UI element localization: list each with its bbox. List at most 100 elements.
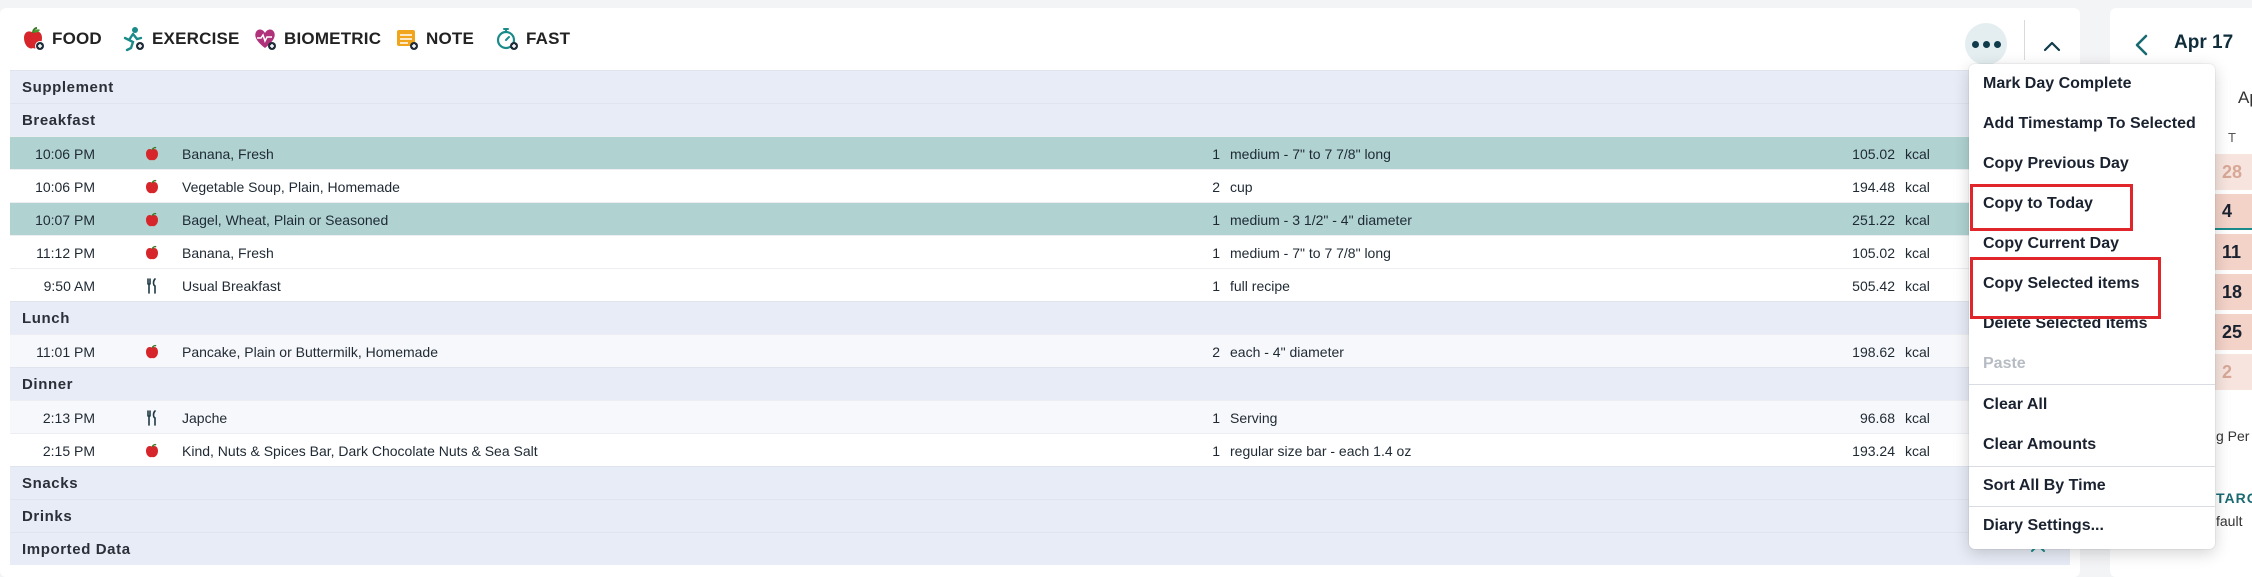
calendar-day[interactable]: 28	[2212, 154, 2252, 190]
menu-copy-previous-day[interactable]: Copy Previous Day	[1983, 155, 2129, 173]
row-description: Usual Breakfast	[182, 277, 281, 294]
diary-row[interactable]: 10:06 PM Banana, Fresh 1 medium - 7" to …	[10, 136, 2070, 169]
add-exercise-button[interactable]: EXERCISE	[120, 26, 240, 52]
diary-table: Supplement Breakfast 10:06 PM Banana, Fr…	[10, 70, 2070, 565]
menu-clear-all[interactable]: Clear All	[1983, 396, 2047, 414]
row-amount[interactable]: 1	[1200, 434, 1220, 467]
note-icon	[394, 26, 420, 52]
more-options-menu: Mark Day Complete Add Timestamp To Selec…	[1969, 64, 2215, 549]
group-imported-data[interactable]: Imported Data	[10, 532, 2070, 565]
apple-icon	[20, 26, 46, 52]
menu-diary-settings[interactable]: Diary Settings...	[1983, 517, 2104, 535]
calendar-day[interactable]: 11	[2212, 234, 2252, 270]
calendar-note: g Per	[2216, 428, 2250, 444]
row-kcal: kcal	[1905, 343, 1930, 360]
add-biometric-button[interactable]: BIOMETRIC	[252, 26, 381, 52]
stopwatch-icon	[494, 26, 520, 52]
menu-copy-current-day[interactable]: Copy Current Day	[1983, 235, 2119, 253]
menu-add-timestamp[interactable]: Add Timestamp To Selected	[1983, 115, 2196, 133]
row-unit[interactable]: Serving	[1230, 401, 1277, 434]
dot	[1971, 40, 1979, 48]
row-calories: 194.48	[1852, 178, 1895, 195]
row-unit[interactable]: medium - 7" to 7 7/8" long	[1230, 236, 1391, 269]
runner-icon	[120, 26, 146, 52]
row-amount[interactable]: 1	[1200, 203, 1220, 236]
collapse-button[interactable]	[2030, 28, 2074, 68]
diary-row[interactable]: 11:01 PM Pancake, Plain or Buttermilk, H…	[10, 334, 2070, 367]
add-note-button[interactable]: NOTE	[394, 26, 474, 52]
menu-copy-selected-items[interactable]: Copy Selected items	[1983, 275, 2140, 293]
calendar-day[interactable]: 4	[2212, 194, 2252, 230]
apple-icon	[141, 137, 163, 170]
dot	[1993, 40, 2001, 48]
row-amount[interactable]: 2	[1200, 335, 1220, 368]
row-unit[interactable]: regular size bar - each 1.4 oz	[1230, 434, 1411, 467]
row-calories: 198.62	[1852, 343, 1895, 360]
diary-row[interactable]: 9:50 AM Usual Breakfast 1 full recipe 50…	[10, 268, 2070, 301]
row-calories: 251.22	[1852, 211, 1895, 228]
toolbar-divider	[2024, 20, 2025, 60]
exercise-label: EXERCISE	[152, 29, 240, 48]
row-unit[interactable]: medium - 3 1/2" - 4" diameter	[1230, 203, 1412, 236]
menu-copy-to-today[interactable]: Copy to Today	[1983, 195, 2093, 213]
current-date[interactable]: Apr 17	[2174, 32, 2233, 54]
row-description: Kind, Nuts & Spices Bar, Dark Chocolate …	[182, 442, 538, 459]
diary-toolbar: FOOD EXERCISE BIOMETRIC NOTE FAST	[0, 8, 2080, 70]
diary-row[interactable]: 2:13 PM Japche 1 Serving 96.68 kcal	[10, 400, 2070, 433]
more-options-button[interactable]	[1965, 23, 2007, 65]
group-label: Imported Data	[22, 540, 131, 558]
group-supplement[interactable]: Supplement	[10, 70, 2070, 103]
diary-row[interactable]: 10:07 PM Bagel, Wheat, Plain or Seasoned…	[10, 202, 2070, 235]
fork-knife-icon	[141, 269, 163, 302]
group-label: Snacks	[22, 474, 79, 492]
menu-sort-all-by-time[interactable]: Sort All By Time	[1983, 477, 2106, 495]
row-unit[interactable]: cup	[1230, 170, 1253, 203]
calendar-day[interactable]: 25	[2212, 314, 2252, 350]
row-unit[interactable]: each - 4" diameter	[1230, 335, 1344, 368]
row-time: 11:12 PM	[36, 244, 95, 261]
row-amount[interactable]: 1	[1200, 401, 1220, 434]
fast-label: FAST	[526, 29, 571, 48]
apple-icon	[141, 335, 163, 368]
row-calories: 193.24	[1852, 442, 1895, 459]
group-label: Dinner	[22, 375, 74, 393]
menu-delete-selected-items[interactable]: Delete Selected items	[1983, 315, 2148, 333]
group-breakfast[interactable]: Breakfast	[10, 103, 2070, 136]
calendar-day[interactable]: 2	[2212, 354, 2252, 390]
row-description: Banana, Fresh	[182, 244, 274, 261]
row-description: Japche	[182, 409, 228, 426]
menu-mark-day-complete[interactable]: Mark Day Complete	[1983, 75, 2132, 93]
group-label: Drinks	[22, 507, 73, 525]
row-time: 10:06 PM	[35, 178, 95, 195]
group-lunch[interactable]: Lunch	[10, 301, 2070, 334]
heart-icon	[252, 26, 278, 52]
row-kcal: kcal	[1905, 178, 1930, 195]
diary-row[interactable]: 2:15 PM Kind, Nuts & Spices Bar, Dark Ch…	[10, 433, 2070, 466]
diary-row[interactable]: 10:06 PM Vegetable Soup, Plain, Homemade…	[10, 169, 2070, 202]
menu-clear-amounts[interactable]: Clear Amounts	[1983, 436, 2096, 454]
targets-heading: TARG	[2216, 490, 2252, 506]
row-description: Vegetable Soup, Plain, Homemade	[182, 178, 400, 195]
row-kcal: kcal	[1905, 277, 1930, 294]
row-amount[interactable]: 1	[1200, 137, 1220, 170]
group-snacks[interactable]: Snacks	[10, 466, 2070, 499]
row-time: 9:50 AM	[43, 277, 95, 294]
row-kcal: kcal	[1905, 442, 1930, 459]
row-amount[interactable]: 1	[1200, 269, 1220, 302]
group-dinner[interactable]: Dinner	[10, 367, 2070, 400]
calendar-day[interactable]: 18	[2212, 274, 2252, 310]
add-food-button[interactable]: FOOD	[20, 26, 102, 52]
row-amount[interactable]: 2	[1200, 170, 1220, 203]
menu-divider	[1969, 384, 2215, 385]
row-unit[interactable]: medium - 7" to 7 7/8" long	[1230, 137, 1391, 170]
row-unit[interactable]: full recipe	[1230, 269, 1290, 302]
row-time: 11:01 PM	[36, 343, 95, 360]
previous-day-button[interactable]	[2130, 30, 2154, 60]
row-amount[interactable]: 1	[1200, 236, 1220, 269]
chevron-up-icon	[2043, 39, 2061, 57]
diary-row[interactable]: 11:12 PM Banana, Fresh 1 medium - 7" to …	[10, 235, 2070, 268]
row-time: 10:06 PM	[35, 145, 95, 162]
row-time: 2:15 PM	[42, 442, 95, 459]
group-drinks[interactable]: Drinks	[10, 499, 2070, 532]
add-fast-button[interactable]: FAST	[494, 26, 570, 52]
